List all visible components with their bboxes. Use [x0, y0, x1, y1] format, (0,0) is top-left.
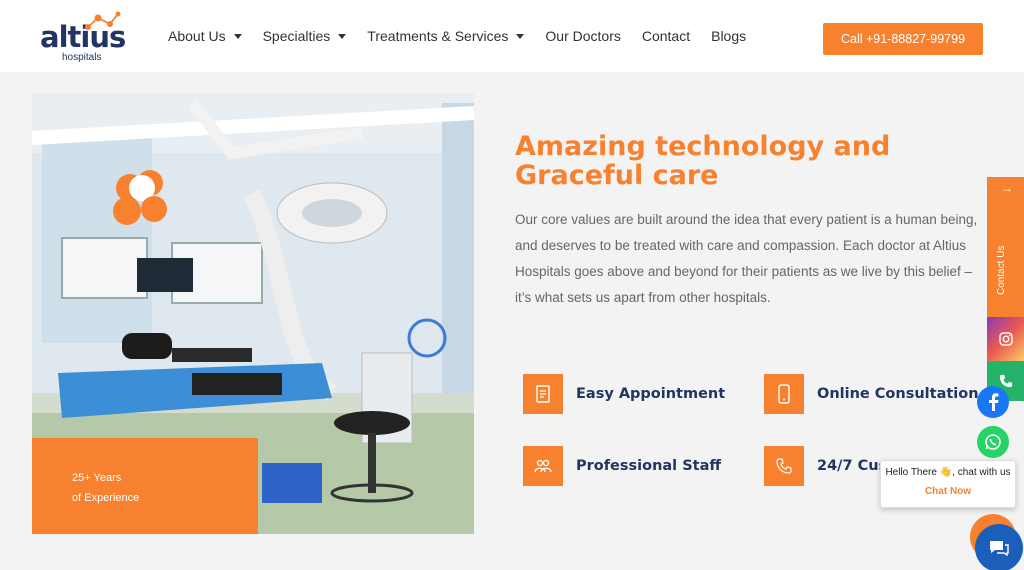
experience-caption: of Experience: [72, 492, 140, 504]
nav-label: Treatments & Services: [367, 28, 509, 44]
call-button[interactable]: Call +91-88827-99799: [823, 23, 983, 55]
contact-us-label: Contact Us: [996, 245, 1007, 295]
document-icon: [523, 374, 563, 414]
chat-greeting: Hello There 👋, chat with us: [885, 467, 1011, 478]
site-header: altius hospitals About Us Specialties Tr…: [0, 0, 1024, 72]
chat-popup[interactable]: Hello There 👋, chat with us Chat Now: [880, 460, 1016, 508]
logo-subtitle: hospitals: [62, 52, 102, 63]
feature-professional-staff[interactable]: Professional Staff: [523, 446, 721, 486]
main-nav: About Us Specialties Treatments & Servic…: [168, 28, 767, 44]
nav-label: Specialties: [262, 28, 331, 44]
facebook-icon[interactable]: [977, 386, 1009, 418]
phone-icon: [764, 446, 804, 486]
section-description: Our core values are built around the ide…: [515, 212, 978, 305]
experience-badge: 25+ Years of Experience: [32, 438, 258, 534]
nav-treatments-services[interactable]: Treatments & Services: [367, 28, 525, 44]
nav-label: Blogs: [711, 28, 747, 44]
feature-label: Online Consultation: [817, 386, 979, 402]
chat-now-link[interactable]: Chat Now: [881, 486, 1015, 497]
nav-blogs[interactable]: Blogs: [711, 28, 746, 44]
feature-label: Professional Staff: [576, 458, 722, 474]
experience-years: 25+ Years: [72, 472, 122, 484]
mobile-icon: [764, 374, 804, 414]
feature-label: 24/7 Cus: [817, 458, 888, 474]
feature-easy-appointment[interactable]: Easy Appointment: [523, 374, 725, 414]
section-headline: Amazing technology and Graceful care: [515, 131, 891, 191]
feature-247-support[interactable]: 24/7 Cus: [764, 446, 887, 486]
nav-label: Contact: [641, 28, 691, 44]
feature-label: Easy Appointment: [576, 386, 726, 402]
instagram-icon[interactable]: [987, 317, 1024, 361]
nav-specialties[interactable]: Specialties: [263, 28, 347, 44]
altius-logo[interactable]: altius hospitals: [40, 10, 132, 66]
chevron-down-icon: [233, 33, 242, 39]
arrow-right-icon: →: [1001, 181, 1013, 195]
nav-contact[interactable]: Contact: [642, 28, 690, 44]
contact-us-tab[interactable]: → Contact Us: [987, 177, 1024, 317]
chevron-down-icon: [516, 33, 525, 39]
logo-molecule-icon: [85, 11, 121, 30]
staff-icon: [523, 446, 563, 486]
nav-label: About Us: [168, 28, 226, 44]
nav-about-us[interactable]: About Us: [168, 28, 242, 44]
whatsapp-icon[interactable]: [977, 426, 1009, 458]
chat-bubble-icon[interactable]: [975, 524, 1023, 570]
feature-online-consultation[interactable]: Online Consultation: [764, 374, 979, 414]
chevron-down-icon: [338, 33, 347, 39]
nav-label: Our Doctors: [545, 28, 621, 44]
nav-our-doctors[interactable]: Our Doctors: [545, 28, 620, 44]
